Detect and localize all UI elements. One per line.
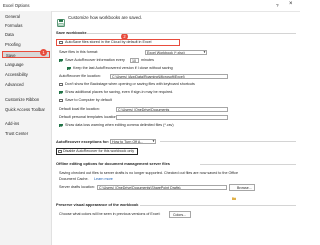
- save-to-computer-checkbox[interactable]: [59, 98, 63, 103]
- keep-last-label: Keep the last AutoRecovered version if I…: [73, 66, 173, 70]
- sidebar-item-add-ins[interactable]: Add-ins: [2, 120, 50, 127]
- sidebar-item-trust-center[interactable]: Trust Center: [2, 130, 50, 137]
- sidebar-item-label: Customize Ribbon: [5, 97, 40, 102]
- sidebar-item-label: Proofing: [5, 42, 21, 47]
- autorecover-location-value: C:\Users\ \AppData\Roaming\Microsoft\Exc…: [112, 75, 185, 79]
- backstage-label: Don't show the Backstage when opening or…: [65, 82, 195, 86]
- browse-button[interactable]: Browse...: [229, 184, 255, 200]
- save-disk-icon: [57, 14, 65, 27]
- browse-label: Browse...: [237, 185, 252, 190]
- format-select[interactable]: Excel Workbook (*.xlsx): [145, 50, 207, 55]
- sidebar-item-proofing[interactable]: Proofing: [2, 41, 50, 48]
- sidebar-item-label: Formulas: [5, 23, 23, 28]
- divider: [200, 163, 296, 164]
- sidebar-item-label: General: [5, 14, 20, 19]
- sidebar-item-label: Trust Center: [5, 131, 29, 136]
- additional-places-checkbox[interactable]: [59, 90, 63, 95]
- server-drafts-label: Server drafts location:: [59, 185, 95, 189]
- personal-templates-input[interactable]: [116, 115, 228, 120]
- csv-warning-label: Show data loss warning when editing comm…: [65, 123, 174, 127]
- offline-description-line1: Saving checked out files to server draft…: [59, 171, 239, 175]
- colors-button-label: Colors...: [173, 212, 187, 217]
- personal-templates-label: Default personal templates location:: [59, 115, 118, 119]
- close-icon[interactable]: ×: [289, 1, 293, 7]
- chevron-down-icon: ▼: [203, 50, 206, 54]
- autosave-checkbox[interactable]: [59, 40, 63, 45]
- folder-icon: [232, 187, 236, 200]
- section-heading-visual-appearance: Preserve visual appearance of the workbo…: [56, 202, 139, 207]
- sidebar-item-formulas[interactable]: Formulas: [2, 22, 50, 29]
- divider: [160, 141, 296, 142]
- section-heading-offline: Offline editing options for document man…: [56, 161, 170, 166]
- section-heading-save-workbooks: Save workbooks: [56, 30, 87, 35]
- divider: [86, 32, 296, 33]
- workbook-select[interactable]: How to Turn Off A...: [110, 138, 156, 144]
- sidebar-item-general[interactable]: General: [2, 13, 50, 20]
- sidebar-item-label: Quick Access Toolbar: [5, 107, 45, 112]
- offline-description-line2: Document Cache.: [59, 177, 89, 181]
- save-to-computer-label: Save to Computer by default: [65, 98, 112, 102]
- sidebar: General Formulas Data Proofing Save Lang…: [0, 11, 52, 245]
- sidebar-item-quick-access-toolbar[interactable]: Quick Access Toolbar: [2, 106, 50, 113]
- sidebar-item-label: Language: [5, 62, 24, 67]
- sidebar-item-customize-ribbon[interactable]: Customize Ribbon: [2, 96, 50, 103]
- sidebar-item-language[interactable]: Language: [2, 61, 50, 68]
- minutes-value: 10: [132, 59, 136, 63]
- disable-autorecover-checkbox[interactable]: [58, 149, 62, 154]
- section-heading-autorecover-exceptions: AutoRecover exceptions for:: [56, 139, 110, 144]
- sidebar-item-accessibility[interactable]: Accessibility: [2, 71, 50, 78]
- csv-warning-checkbox[interactable]: [59, 123, 63, 128]
- autorecover-every-checkbox[interactable]: [59, 58, 63, 63]
- format-value: Excel Workbook (*.xlsx): [147, 51, 185, 55]
- autorecover-location-input[interactable]: C:\Users\ \AppData\Roaming\Microsoft\Exc…: [110, 74, 228, 79]
- learn-more-link[interactable]: Learn more: [94, 177, 113, 182]
- page-title: Customize how workbooks are saved.: [68, 15, 142, 20]
- help-icon[interactable]: ?: [276, 3, 279, 8]
- sidebar-item-advanced[interactable]: Advanced: [2, 81, 50, 88]
- sidebar-item-label: Add-ins: [5, 121, 20, 126]
- default-local-label: Default local file location:: [59, 107, 100, 111]
- sidebar-item-data[interactable]: Data: [2, 31, 50, 38]
- default-local-input[interactable]: C:\Users\ \OneDrive\Documents: [116, 107, 228, 112]
- minutes-label: minutes: [141, 58, 154, 62]
- colors-button[interactable]: Colors...: [169, 211, 191, 218]
- server-drafts-input[interactable]: C:\Users\ \OneDrive\Documents\SharePoint…: [97, 185, 227, 190]
- sidebar-item-label: Save: [6, 53, 16, 58]
- default-local-value: C:\Users\ \OneDrive\Documents: [118, 108, 170, 112]
- sidebar-item-label: Advanced: [5, 82, 24, 87]
- autorecover-location-label: AutoRecover file location:: [59, 74, 101, 78]
- autorecover-minutes-input[interactable]: 10: [130, 58, 139, 63]
- chevron-down-icon: ▼: [152, 138, 155, 143]
- step-badge-1: 1: [40, 49, 47, 56]
- server-drafts-value: C:\Users\ \OneDrive\Documents\SharePoint…: [99, 186, 181, 190]
- keep-last-checkbox[interactable]: [67, 66, 71, 71]
- autosave-label: AutoSave files stored in the Cloud by de…: [65, 40, 152, 44]
- format-label: Save files in this format:: [59, 50, 99, 54]
- workbook-value: How to Turn Off A...: [112, 139, 144, 144]
- divider: [140, 204, 296, 205]
- sidebar-item-label: Accessibility: [5, 72, 28, 77]
- autorecover-every-label: Save AutoRecover information every: [65, 58, 125, 62]
- disable-autorecover-label: Disable AutoRecover for this workbook on…: [63, 149, 135, 153]
- backstage-checkbox[interactable]: [59, 82, 63, 87]
- sidebar-item-label: Data: [5, 32, 14, 37]
- additional-places-label: Show additional places for saving, even …: [65, 90, 174, 94]
- colors-label: Choose what colors will be seen in previ…: [59, 212, 161, 216]
- window-title: Excel Options: [3, 3, 30, 8]
